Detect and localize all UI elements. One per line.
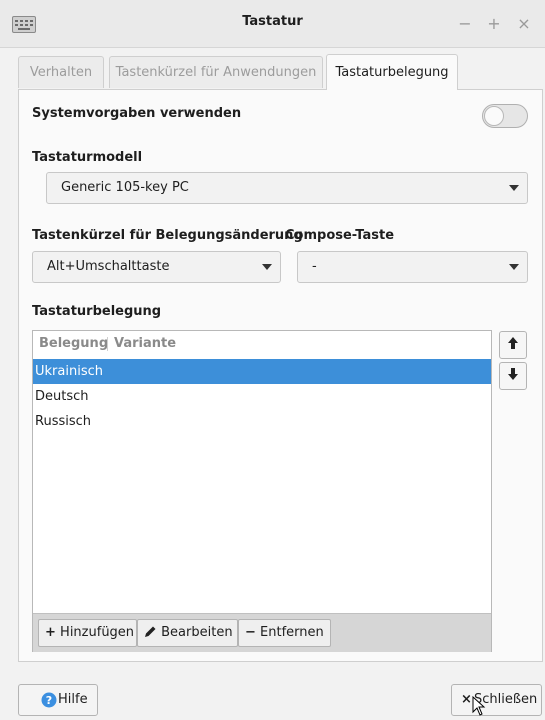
switch-shortcut-value: Alt+Umschalttaste [47, 259, 170, 274]
mouse-cursor-icon [472, 696, 486, 716]
defaults-toggle[interactable] [482, 104, 528, 128]
layouts-section-label: Tastaturbelegung [32, 304, 162, 319]
pencil-icon [145, 626, 156, 637]
compose-key-value: - [312, 259, 317, 274]
list-item[interactable]: Ukrainisch [33, 359, 491, 384]
list-item[interactable]: Deutsch [33, 384, 491, 409]
arrow-down-icon [508, 368, 518, 380]
layout-name: Russisch [35, 414, 92, 429]
help-icon: ? [41, 692, 57, 708]
chevron-down-icon [262, 264, 272, 270]
arrow-up-icon [508, 337, 518, 349]
model-value: Generic 105-key PC [61, 180, 189, 195]
switch-shortcut-label: Tastenkürzel für Belegungsänderung [32, 228, 303, 243]
toggle-knob [484, 106, 504, 126]
add-layout-button[interactable]: + Hinzufügen [38, 619, 137, 647]
help-button[interactable]: ? Hilfe [18, 684, 98, 716]
list-toolbar: + Hinzufügen Bearbeiten − Entfernen [33, 613, 491, 652]
chevron-down-icon [509, 264, 519, 270]
layout-name: Deutsch [35, 389, 89, 404]
defaults-label: Systemvorgaben verwenden [32, 106, 242, 121]
compose-key-select[interactable]: - [297, 251, 528, 283]
compose-key-label: Compose-Taste [285, 228, 395, 243]
maximize-button[interactable]: + [482, 12, 506, 36]
close-button[interactable]: × Schließen [451, 684, 542, 716]
title-bar: Tastatur − + × [0, 0, 545, 48]
remove-layout-label: Entfernen [260, 625, 324, 640]
column-divider [107, 337, 108, 351]
list-item[interactable]: Russisch [33, 409, 491, 434]
tab-tastenkuerzel[interactable]: Tastenkürzel für Anwendungen [109, 56, 323, 88]
minimize-button[interactable]: − [453, 12, 477, 36]
minus-icon: − [245, 625, 256, 640]
layout-list: Belegung Variante Ukrainisch Deutsch Rus… [32, 330, 492, 652]
svg-text:?: ? [46, 694, 52, 707]
add-layout-label: Hinzufügen [60, 625, 135, 640]
plus-icon: + [45, 625, 56, 640]
move-up-button[interactable] [499, 331, 527, 359]
model-label: Tastaturmodell [32, 150, 143, 165]
model-select[interactable]: Generic 105-key PC [46, 172, 528, 204]
switch-shortcut-select[interactable]: Alt+Umschalttaste [32, 251, 281, 283]
layout-name: Ukrainisch [35, 364, 103, 379]
column-header-belegung[interactable]: Belegung [39, 331, 108, 357]
close-icon: × [461, 692, 472, 707]
chevron-down-icon [509, 185, 519, 191]
close-window-button[interactable]: × [512, 12, 536, 36]
help-label: Hilfe [58, 692, 88, 707]
tab-tastaturbelegung[interactable]: Tastaturbelegung [326, 54, 458, 90]
move-down-button[interactable] [499, 362, 527, 390]
edit-layout-button[interactable]: Bearbeiten [137, 619, 238, 647]
column-header-variante[interactable]: Variante [114, 331, 176, 357]
remove-layout-button[interactable]: − Entfernen [238, 619, 331, 647]
edit-layout-label: Bearbeiten [161, 625, 233, 640]
tab-verhalten[interactable]: Verhalten [18, 56, 104, 88]
